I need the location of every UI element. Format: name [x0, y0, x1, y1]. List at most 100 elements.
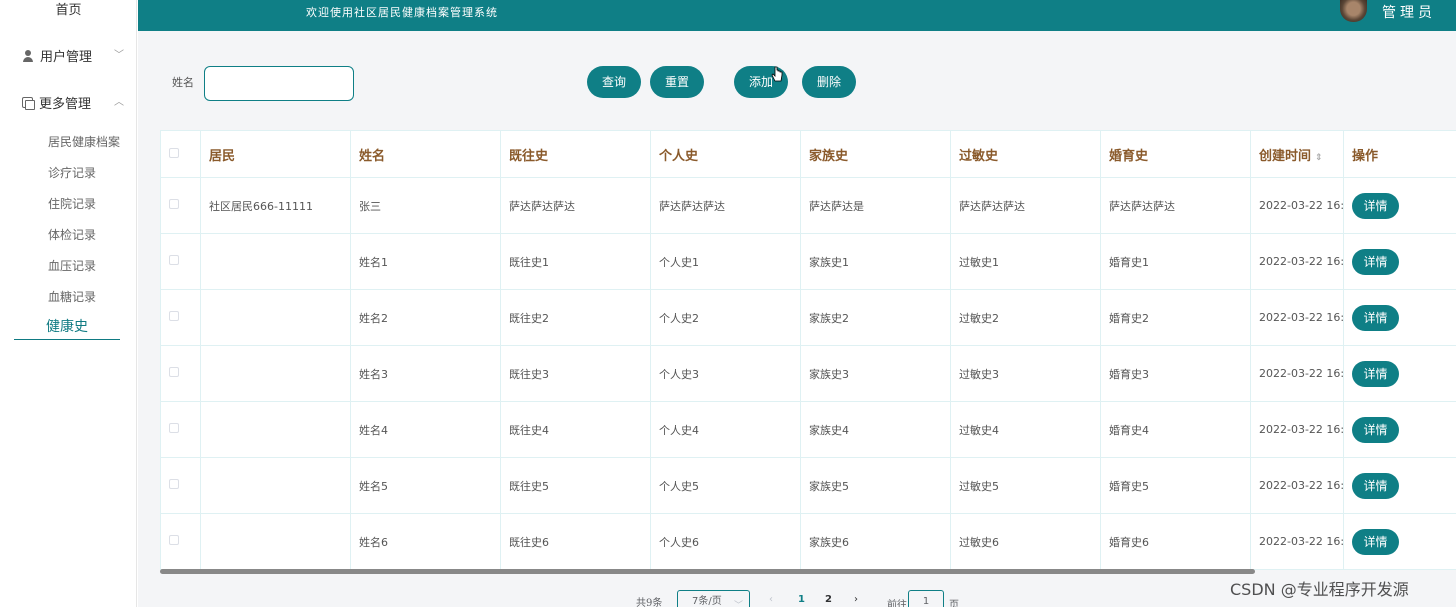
goto-label: 前往 — [887, 600, 907, 607]
delete-button[interactable]: 删除 — [802, 66, 856, 98]
actions-cell: 详情 — [1343, 513, 1456, 570]
sidebar-home[interactable]: 首页 — [0, 0, 137, 24]
row-select-cell — [160, 401, 201, 458]
row-checkbox[interactable] — [169, 255, 179, 265]
table-row[interactable]: 姓名1 既往史1 个人史1 家族史1 过敏史1 婚育史1 2022-03-22 16: 详情 — [160, 233, 1456, 290]
personal-history-cell: 个人史4 — [650, 401, 801, 458]
select-all-checkbox[interactable] — [169, 147, 179, 158]
row-checkbox[interactable] — [169, 367, 179, 377]
column-header-personal-history: 个人史 — [650, 130, 801, 178]
table-row[interactable]: 姓名5 既往史5 个人史5 家族史5 过敏史5 婚育史5 2022-03-22 16: 详情 — [160, 457, 1456, 514]
chevron-down-icon: ﹀ — [733, 601, 743, 607]
row-checkbox[interactable] — [169, 199, 179, 209]
column-header-actions: 操作 — [1343, 130, 1456, 178]
pagination-total: 共9条 — [636, 598, 663, 607]
sidebar-menu-label: 用户管理 — [40, 50, 93, 65]
page-number-1[interactable]: 1 — [798, 594, 805, 605]
header-user-name[interactable]: 管理员 — [1382, 2, 1436, 22]
created-time-label: 创建时间 — [1259, 148, 1312, 164]
detail-button[interactable]: 详情 — [1352, 472, 1399, 499]
resident-cell — [200, 457, 351, 514]
query-button[interactable]: 查询 — [587, 66, 641, 98]
name-cell: 张三 — [350, 177, 501, 234]
page-size-select[interactable]: 7条/页 ﹀ — [677, 590, 750, 607]
sidebar-menu-label: 更多管理 — [39, 97, 92, 112]
detail-button[interactable]: 详情 — [1352, 304, 1399, 331]
sidebar-item-checkup-records[interactable]: 体检记录 — [48, 226, 96, 243]
detail-button[interactable]: 详情 — [1352, 192, 1399, 219]
row-select-cell — [160, 233, 201, 290]
detail-button[interactable]: 详情 — [1352, 528, 1399, 555]
column-header-allergy-history: 过敏史 — [950, 130, 1101, 178]
allergy-history-cell: 过敏史6 — [950, 513, 1101, 570]
sidebar-menu-user-management[interactable]: 用户管理 ﹀ — [22, 46, 124, 65]
user-icon — [22, 49, 34, 62]
actions-cell: 详情 — [1343, 401, 1456, 458]
row-select-cell — [160, 457, 201, 514]
marital-history-cell: 婚育史2 — [1100, 289, 1251, 346]
row-checkbox[interactable] — [169, 535, 179, 545]
row-select-cell — [160, 177, 201, 234]
table-row[interactable]: 姓名6 既往史6 个人史6 家族史6 过敏史6 婚育史6 2022-03-22 16: 详情 — [160, 513, 1456, 570]
sidebar-item-blood-pressure-records[interactable]: 血压记录 — [48, 257, 96, 274]
allergy-history-cell: 过敏史2 — [950, 289, 1101, 346]
column-header-created-time[interactable]: 创建时间 ⇕ — [1250, 130, 1344, 178]
name-cell: 姓名2 — [350, 289, 501, 346]
created-time-cell: 2022-03-22 16: — [1250, 233, 1344, 290]
detail-button[interactable]: 详情 — [1352, 416, 1399, 443]
actions-cell: 详情 — [1343, 177, 1456, 234]
table-row[interactable]: 姓名4 既往史4 个人史4 家族史4 过敏史4 婚育史4 2022-03-22 16: 详情 — [160, 401, 1456, 458]
table-row[interactable]: 社区居民666-11111 张三 萨达萨达萨达 萨达萨达萨达 萨达萨达是 萨达萨达萨达 萨达… — [160, 177, 1456, 234]
prev-page-icon[interactable]: ‹ — [769, 594, 773, 605]
marital-history-cell: 萨达萨达萨达 — [1100, 177, 1251, 234]
sort-icon[interactable]: ⇕ — [1315, 153, 1323, 163]
sidebar-menu-more-management[interactable]: 更多管理 ︿ — [22, 93, 124, 112]
detail-button[interactable]: 详情 — [1352, 360, 1399, 387]
marital-history-cell: 婚育史6 — [1100, 513, 1251, 570]
goto-page-input[interactable]: 1 — [908, 590, 944, 607]
created-time-cell: 2022-03-22 16: — [1250, 289, 1344, 346]
sidebar-item-health-history[interactable]: 健康史 — [14, 316, 120, 340]
personal-history-cell: 个人史3 — [650, 345, 801, 402]
row-checkbox[interactable] — [169, 311, 179, 321]
table-row[interactable]: 姓名2 既往史2 个人史2 家族史2 过敏史2 婚育史2 2022-03-22 16: 详情 — [160, 289, 1456, 346]
copy-icon — [22, 97, 35, 110]
next-page-icon[interactable]: › — [854, 594, 858, 605]
column-header-marital-history: 婚育史 — [1100, 130, 1251, 178]
family-history-cell: 萨达萨达是 — [800, 177, 951, 234]
row-checkbox[interactable] — [169, 479, 179, 489]
marital-history-cell: 婚育史1 — [1100, 233, 1251, 290]
chevron-up-icon: ︿ — [114, 97, 124, 108]
created-time-cell: 2022-03-22 16: — [1250, 401, 1344, 458]
avatar[interactable] — [1340, 0, 1367, 22]
reset-button[interactable]: 重置 — [650, 66, 704, 98]
name-cell: 姓名6 — [350, 513, 501, 570]
past-history-cell: 既往史4 — [500, 401, 651, 458]
sidebar-item-blood-sugar-records[interactable]: 血糖记录 — [48, 288, 96, 305]
select-all-cell — [160, 130, 201, 178]
created-time-cell: 2022-03-22 16: — [1250, 177, 1344, 234]
marital-history-cell: 婚育史3 — [1100, 345, 1251, 402]
search-name-input[interactable] — [204, 66, 354, 101]
horizontal-scrollbar[interactable] — [160, 569, 1255, 574]
marital-history-cell: 婚育史5 — [1100, 457, 1251, 514]
allergy-history-cell: 过敏史5 — [950, 457, 1101, 514]
table-row[interactable]: 姓名3 既往史3 个人史3 家族史3 过敏史3 婚育史3 2022-03-22 16: 详情 — [160, 345, 1456, 402]
watermark: CSDN @专业程序开发源 — [1230, 580, 1409, 599]
resident-cell — [200, 233, 351, 290]
page-number-2[interactable]: 2 — [825, 594, 832, 605]
past-history-cell: 既往史3 — [500, 345, 651, 402]
sidebar-item-diagnosis-records[interactable]: 诊疗记录 — [48, 164, 96, 181]
detail-button[interactable]: 详情 — [1352, 248, 1399, 275]
row-select-cell — [160, 345, 201, 402]
column-header-past-history: 既往史 — [500, 130, 651, 178]
past-history-cell: 既往史1 — [500, 233, 651, 290]
actions-cell: 详情 — [1343, 233, 1456, 290]
sidebar-item-resident-health-records[interactable]: 居民健康档案 — [48, 133, 120, 150]
sidebar-item-hospitalization-records[interactable]: 住院记录 — [48, 195, 96, 212]
chevron-down-icon: ﹀ — [114, 50, 124, 61]
row-checkbox[interactable] — [169, 423, 179, 433]
family-history-cell: 家族史4 — [800, 401, 951, 458]
health-history-table: 居民 姓名 既往史 个人史 家族史 过敏史 婚育史 创建时间 ⇕ 操作 社区居民6… — [160, 130, 1456, 570]
column-header-resident: 居民 — [200, 130, 351, 178]
